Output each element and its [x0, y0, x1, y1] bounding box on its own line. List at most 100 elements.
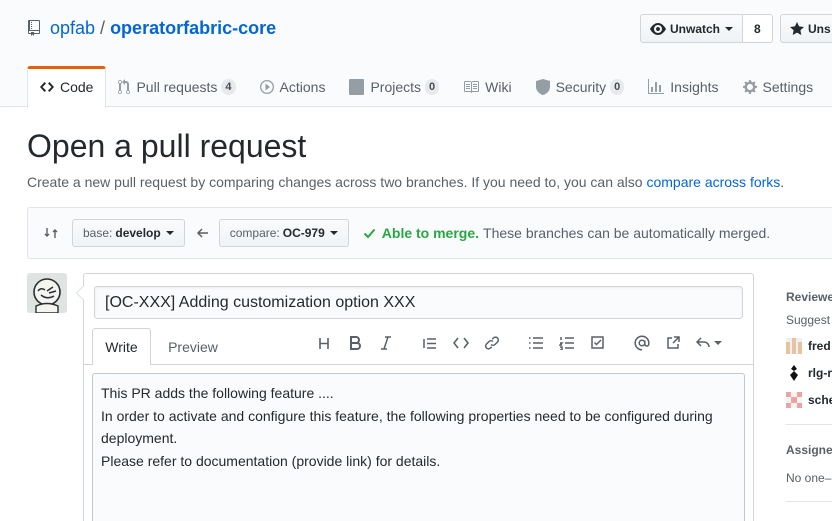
pr-sidebar: Reviewe Suggest fred rlg-r sche Assigne …	[786, 273, 832, 502]
markdown-toolbar	[314, 333, 735, 353]
repo-separator: /	[100, 17, 106, 38]
compare-branch-name: OC-979	[282, 226, 325, 240]
pr-title-input[interactable]	[94, 286, 743, 319]
sidebar-divider	[786, 424, 832, 425]
repo-icon	[28, 20, 40, 36]
base-branch-name: develop	[115, 226, 161, 240]
code-icon	[40, 79, 60, 95]
tab-label: Wiki	[485, 78, 512, 95]
base-branch-selector[interactable]: base: develop	[72, 219, 185, 247]
quote-icon[interactable]	[420, 333, 440, 353]
merge-ok-label: Able to merge.	[381, 225, 480, 241]
page-subtitle: Create a new pull request by comparing c…	[27, 174, 784, 190]
subtitle-end: .	[780, 174, 785, 190]
tab-label: Code	[60, 79, 94, 95]
reviewer-name: fred	[808, 339, 831, 353]
reviewers-heading[interactable]: Reviewe	[786, 290, 832, 304]
suggested-reviewer[interactable]: rlg-r	[786, 365, 832, 381]
pull-request-composer: Write Preview This PR adds the following…	[76, 273, 754, 521]
compare-range-bar: base: develop compare: OC-979 Able to me…	[27, 207, 832, 259]
cross-reference-icon[interactable]	[663, 333, 683, 353]
unordered-list-icon[interactable]	[526, 333, 546, 353]
gear-icon	[742, 79, 763, 95]
repo-header: opfab / operatorfabric-core Unwatch 8 Un…	[0, 0, 832, 108]
compare-across-forks-link[interactable]: compare across forks	[646, 174, 780, 190]
book-icon	[463, 79, 485, 95]
body-line: deployment.	[101, 430, 178, 446]
suggested-reviewer[interactable]: fred	[786, 338, 832, 354]
tab-actions[interactable]: Actions	[248, 66, 338, 107]
unwatch-label: Unwatch	[670, 21, 721, 36]
check-icon	[363, 227, 376, 239]
tab-preview[interactable]: Preview	[157, 328, 229, 365]
graph-icon	[648, 78, 670, 95]
tab-write[interactable]: Write	[92, 328, 151, 365]
tab-label: Projects	[370, 78, 422, 95]
task-list-icon[interactable]	[588, 333, 608, 353]
tab-settings[interactable]: Settings	[731, 66, 826, 107]
arrow-left-icon	[196, 227, 209, 239]
assignees-value: No one–	[786, 471, 832, 485]
tab-label: Actions	[279, 78, 326, 95]
avatar	[786, 338, 802, 354]
bold-icon[interactable]	[345, 333, 365, 353]
star-group: Uns	[780, 14, 832, 43]
merge-status: Able to merge. These branches can be aut…	[363, 225, 770, 241]
suggestions-label: Suggest	[786, 313, 831, 327]
body-line: Please refer to documentation (provide l…	[101, 452, 441, 469]
tab-label: Pull requests	[136, 78, 218, 95]
shield-icon	[535, 78, 556, 95]
tab-projects[interactable]: Projects 0	[337, 66, 451, 107]
avatar	[786, 365, 802, 381]
heading-icon[interactable]	[314, 333, 334, 353]
unstar-label: Uns	[808, 21, 831, 36]
compare-label: compare:	[229, 226, 280, 240]
tab-security[interactable]: Security 0	[524, 66, 637, 107]
tab-counter: 0	[425, 78, 440, 95]
star-icon	[790, 21, 804, 37]
tab-pull-requests[interactable]: Pull requests 4	[106, 66, 247, 107]
merge-status-text: These branches can be automatically merg…	[483, 225, 771, 241]
unwatch-button[interactable]: Unwatch	[640, 14, 744, 43]
watchers-count[interactable]: 8	[743, 14, 773, 43]
arrow-switch-icon[interactable]	[44, 226, 58, 240]
mention-icon[interactable]	[632, 333, 652, 353]
eye-icon	[650, 21, 666, 37]
git-pull-request-icon	[118, 78, 136, 95]
tab-counter: 4	[221, 78, 236, 95]
compare-branch-selector[interactable]: compare: OC-979	[218, 219, 349, 247]
sidebar-divider	[786, 501, 832, 502]
base-label: base:	[83, 226, 113, 240]
tab-divider	[84, 364, 753, 365]
avatar[interactable]	[27, 273, 67, 313]
chevron-down-icon	[165, 231, 174, 235]
chevron-down-icon	[725, 26, 734, 31]
code-icon[interactable]	[451, 333, 471, 353]
subtitle-text: Create a new pull request by comparing c…	[27, 174, 647, 190]
project-icon	[349, 78, 370, 95]
unstar-button[interactable]: Uns	[780, 14, 832, 43]
body-line: In order to activate and configure this …	[101, 407, 713, 424]
suggested-reviewer[interactable]: sche	[786, 392, 832, 408]
ordered-list-icon[interactable]	[557, 333, 577, 353]
assignees-heading[interactable]: Assigne	[786, 443, 832, 457]
repo-name-link[interactable]: operatorfabric-core	[110, 18, 276, 39]
repo-nav-tabs: Code Pull requests 4 Actions Projects 0 …	[27, 66, 826, 108]
body-line: This PR adds the following feature ....	[101, 385, 334, 401]
watch-group: Unwatch 8	[640, 14, 773, 43]
tab-counter: 0	[610, 78, 625, 95]
reply-icon[interactable]	[694, 333, 724, 353]
reviewer-name: sche	[808, 393, 832, 407]
play-icon	[259, 79, 280, 95]
tab-code[interactable]: Code	[27, 66, 107, 108]
tab-insights[interactable]: Insights	[636, 66, 730, 107]
tab-label: Settings	[762, 78, 814, 95]
repo-title: opfab / operatorfabric-core	[28, 17, 276, 39]
tab-wiki[interactable]: Wiki	[451, 66, 523, 107]
pr-body-textarea[interactable]: This PR adds the following feature .... …	[92, 373, 745, 521]
link-icon[interactable]	[482, 333, 502, 353]
italic-icon[interactable]	[376, 333, 396, 353]
tab-label: Insights	[670, 78, 719, 95]
repo-owner-link[interactable]: opfab	[50, 18, 95, 39]
reviewer-name: rlg-r	[808, 366, 832, 380]
